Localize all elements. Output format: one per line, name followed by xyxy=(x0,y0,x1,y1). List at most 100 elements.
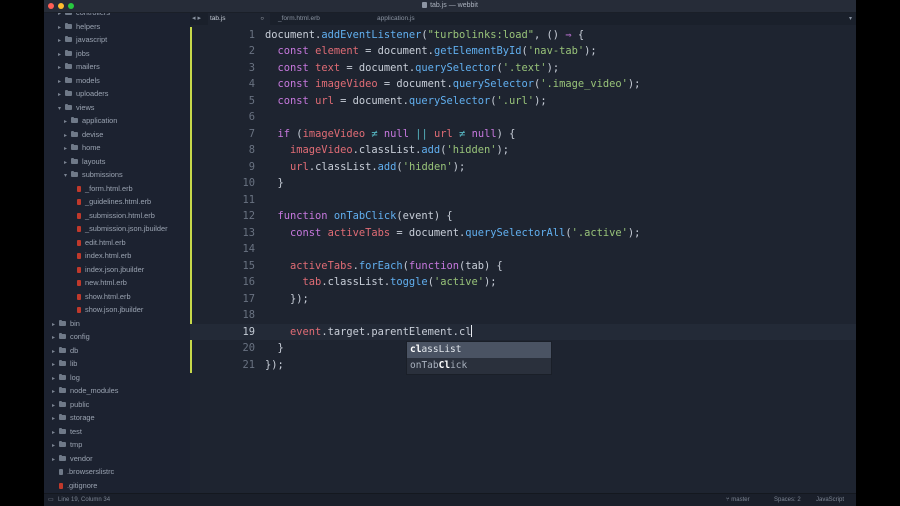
tab-application-js[interactable]: application.js xyxy=(337,13,437,25)
tree-item[interactable]: ▸ db xyxy=(52,344,78,357)
tree-item-label: submissions xyxy=(82,170,123,179)
tree-item[interactable]: ▸controllers xyxy=(58,13,110,19)
tree-item[interactable]: _submission.html.erb xyxy=(70,209,155,222)
tree-item-label: controllers xyxy=(76,13,110,17)
file-icon xyxy=(77,185,81,192)
tree-item[interactable]: ▸ config xyxy=(52,330,90,343)
folder-icon xyxy=(65,103,72,110)
line-number: 17 xyxy=(242,292,255,305)
line-number: 2 xyxy=(248,45,255,57)
code-line[interactable]: event.target.parentElement.cl xyxy=(265,324,473,341)
tree-item[interactable]: ▸ storage xyxy=(52,411,95,424)
tab-nav-arrows[interactable]: ◂ ▸ xyxy=(192,14,201,22)
autocomplete-item-ontabclick[interactable]: onTabClick xyxy=(407,358,551,374)
tree-item-label: test xyxy=(70,426,82,436)
code-editor[interactable]: 1 document.addEventListener("turbolinks:l… xyxy=(190,25,856,493)
tree-item[interactable]: ▸ application xyxy=(64,114,117,127)
tree-item-label: lib xyxy=(70,359,78,368)
tree-item[interactable]: ▸ models xyxy=(58,74,100,87)
tree-item[interactable]: _submission.json.jbuilder xyxy=(70,222,168,235)
tree-item-label: home xyxy=(82,143,101,152)
file-icon xyxy=(77,239,81,246)
code-line[interactable]: } xyxy=(265,175,284,192)
code-line[interactable]: }); xyxy=(265,291,309,308)
indentation-setting[interactable]: Spaces: 2 xyxy=(774,494,801,506)
git-branch[interactable]: ⑂ master xyxy=(726,494,750,506)
tree-item[interactable]: ▾ views xyxy=(58,101,94,114)
autocomplete-item-classlist[interactable]: classList xyxy=(407,342,551,358)
tree-item[interactable]: ▸ jobs xyxy=(58,47,90,60)
tree-item[interactable]: index.html.erb xyxy=(70,249,131,262)
tree-item[interactable]: _form.html.erb xyxy=(70,182,133,195)
tab-overflow-icon[interactable]: ▾ xyxy=(849,15,852,22)
tree-item[interactable]: ▸ home xyxy=(64,141,101,154)
tree-item[interactable]: ▾ submissions xyxy=(64,168,123,181)
text-cursor xyxy=(471,324,473,337)
file-icon xyxy=(77,212,81,219)
status-bar: ▭ Line 19, Column 34 ⑂ master Spaces: 2 … xyxy=(44,493,856,506)
code-line[interactable]: } xyxy=(265,340,284,357)
code-line[interactable]: document.addEventListener("turbolinks:lo… xyxy=(265,27,584,44)
tree-item[interactable]: .gitignore xyxy=(52,479,97,492)
code-line[interactable]: function onTabClick(event) { xyxy=(265,208,453,225)
code-line[interactable]: activeTabs.forEach(function(tab) { xyxy=(265,258,503,275)
code-line[interactable]: const imageVideo = document.querySelecto… xyxy=(265,76,641,93)
tree-item[interactable]: ▸ vendor xyxy=(52,452,93,465)
folder-icon xyxy=(71,144,78,150)
tree-item[interactable]: index.json.jbuilder xyxy=(70,263,144,276)
code-line[interactable]: const element = document.getElementById(… xyxy=(265,43,597,60)
tree-item-label: .browserslistrc xyxy=(67,467,115,476)
tree-item[interactable]: ▸ helpers xyxy=(58,20,100,33)
tree-item[interactable]: ▸ lib xyxy=(52,357,77,370)
tree-item[interactable]: ▸ layouts xyxy=(64,155,105,168)
file-icon xyxy=(59,469,63,475)
tree-item[interactable]: ▸ uploaders xyxy=(58,87,108,100)
tree-item[interactable]: ▸ node_modules xyxy=(52,384,119,397)
sidebar-toggle-icon[interactable]: ▭ xyxy=(48,494,54,506)
tree-item[interactable]: _guidelines.html.erb xyxy=(70,195,151,208)
folder-icon xyxy=(59,427,66,434)
tab-label: tab.js xyxy=(210,15,226,22)
tab-tab-js[interactable]: tab.js ○ xyxy=(208,13,270,25)
tree-item-label: _form.html.erb xyxy=(85,183,133,193)
tree-item[interactable]: ▸ devise xyxy=(64,128,103,141)
code-line[interactable]: const activeTabs = document.querySelecto… xyxy=(265,225,640,242)
tree-item[interactable]: ▸ public xyxy=(52,398,89,411)
folder-icon xyxy=(71,171,78,177)
rest-text: ick xyxy=(450,360,468,371)
tree-item[interactable]: ▸ bin xyxy=(52,317,80,330)
tree-item-label: jobs xyxy=(76,48,90,58)
line-number: 3 xyxy=(248,61,255,74)
code-line[interactable]: if (imageVideo ≠ null || url ≠ null) { xyxy=(265,126,516,143)
tree-item[interactable]: ▸ javascript xyxy=(58,33,107,46)
folder-icon xyxy=(65,13,72,15)
tab-bar: ◂ ▸ tab.js ○ _form.html.erb application.… xyxy=(190,13,856,25)
line-number: 10 xyxy=(242,177,255,189)
tree-item[interactable]: .browserslistrc xyxy=(52,465,114,478)
code-line[interactable]: const url = document.querySelector('.url… xyxy=(265,93,547,110)
code-line[interactable]: imageVideo.classList.add('hidden'); xyxy=(265,142,509,159)
tree-item-label: devise xyxy=(82,129,104,139)
code-line[interactable]: const text = document.querySelector('.te… xyxy=(265,60,560,77)
tree-item[interactable]: edit.html.erb xyxy=(70,236,126,249)
tree-item[interactable]: ▸ mailers xyxy=(58,60,100,73)
folder-icon xyxy=(65,22,72,29)
tree-item-label: show.json.jbuilder xyxy=(85,305,144,314)
code-line[interactable]: url.classList.add('hidden'); xyxy=(265,159,465,176)
tree-item[interactable]: show.html.erb xyxy=(70,290,131,303)
tree-item[interactable]: new.html.erb xyxy=(70,276,127,289)
tree-item-label: public xyxy=(70,399,90,409)
tree-item-label: layouts xyxy=(82,156,106,166)
syntax-setting[interactable]: JavaScript xyxy=(816,494,844,506)
tree-item[interactable]: ▸ tmp xyxy=(52,438,82,451)
modified-dot-icon[interactable]: ○ xyxy=(260,13,264,25)
tab-form-html-erb[interactable]: _form.html.erb xyxy=(274,13,338,25)
code-line[interactable]: }); xyxy=(265,357,284,374)
tree-item[interactable]: ▸ log xyxy=(52,371,80,384)
code-line[interactable]: tab.classList.toggle('active'); xyxy=(265,274,497,291)
tab-label: _form.html.erb xyxy=(278,15,320,22)
tree-item[interactable]: show.json.jbuilder xyxy=(70,303,143,316)
line-number: 8 xyxy=(248,144,255,156)
tree-item[interactable]: ▸ test xyxy=(52,425,82,438)
tree-item-label: bin xyxy=(70,318,80,328)
